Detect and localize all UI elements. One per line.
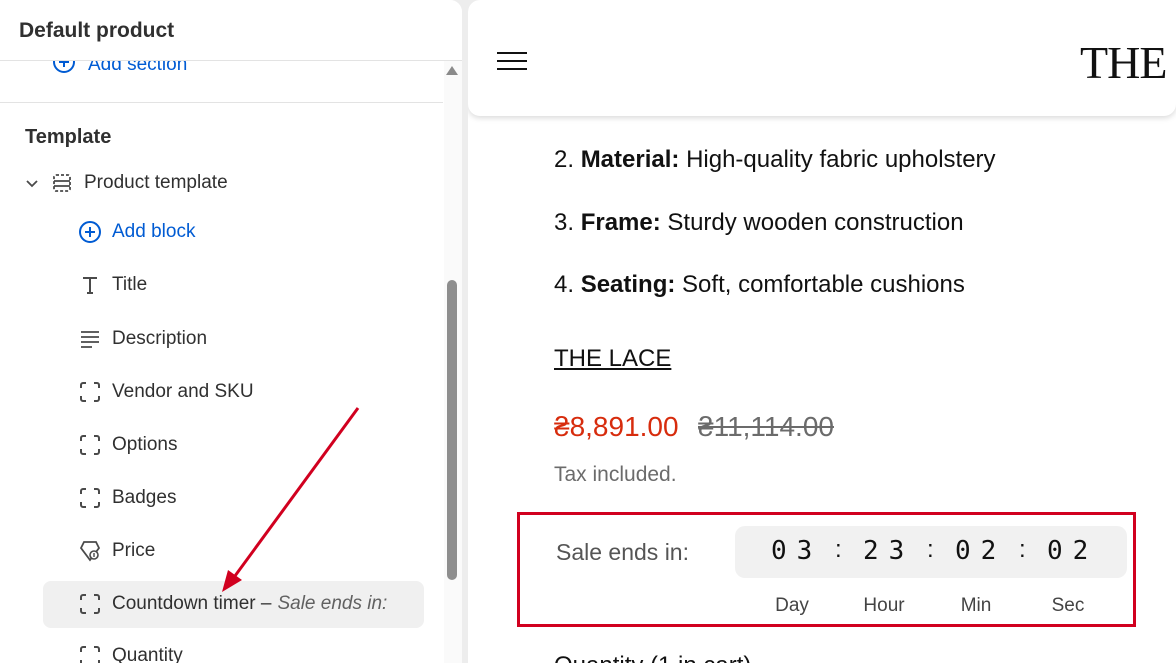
countdown-timer-highlight: Sale ends in: 03 : 23 : 02 : 02 Day Hour… xyxy=(517,512,1136,627)
price-tag-icon xyxy=(78,539,102,563)
spec-line-material: 2. Material: High-quality fabric upholst… xyxy=(554,146,996,174)
add-block-button[interactable]: Add block xyxy=(78,215,195,249)
spec-number: 4. xyxy=(554,271,575,298)
block-sublabel: Sale ends in: xyxy=(277,593,388,614)
product-template-row[interactable]: Product template xyxy=(24,166,228,200)
block-item-title[interactable]: Title xyxy=(78,268,147,302)
block-label: Quantity xyxy=(112,645,183,663)
spec-value: High-quality fabric upholstery xyxy=(686,146,996,173)
timer-unit-day: Day xyxy=(775,595,809,616)
block-icon xyxy=(78,486,102,510)
block-label: Options xyxy=(112,434,178,455)
block-label: Title xyxy=(112,274,148,295)
block-icon xyxy=(78,592,102,616)
timer-seconds: 02 xyxy=(1047,536,1099,566)
spec-value: Sturdy wooden construction xyxy=(667,209,964,236)
block-item-countdown-timer[interactable]: Countdown timer – Sale ends in: xyxy=(78,587,387,621)
countdown-timer: 03 : 23 : 02 : 02 xyxy=(735,526,1127,578)
template-heading: Template xyxy=(25,126,112,148)
product-template-label: Product template xyxy=(84,172,228,193)
block-icon xyxy=(78,433,102,457)
scrollbar-thumb[interactable] xyxy=(447,280,457,580)
spec-number: 2. xyxy=(554,146,575,173)
divider xyxy=(0,102,443,103)
block-label: Price xyxy=(112,540,156,561)
vendor-link[interactable]: THE LACE xyxy=(554,345,671,373)
quantity-heading: Quantity (1 in cart) xyxy=(554,652,751,663)
add-circle-icon xyxy=(78,220,102,244)
sale-price: ₴8,891.00 xyxy=(554,411,679,442)
block-label: Vendor and SKU xyxy=(112,381,254,402)
store-header: THE L xyxy=(468,0,1176,116)
title-icon xyxy=(78,273,102,297)
spec-key: Seating: xyxy=(580,271,676,298)
timer-days: 03 xyxy=(771,536,823,566)
block-item-price[interactable]: Price xyxy=(78,534,155,568)
block-icon xyxy=(78,644,102,663)
timer-separator: : xyxy=(835,536,842,563)
block-label: Countdown timer – xyxy=(112,593,272,614)
editor-sidebar: Default product Add section Template Pro… xyxy=(0,0,462,663)
timer-minutes: 02 xyxy=(955,536,1007,566)
block-item-vendor-sku[interactable]: Vendor and SKU xyxy=(78,375,254,409)
block-item-badges[interactable]: Badges xyxy=(78,481,176,515)
description-icon xyxy=(78,327,102,351)
store-preview: THE L 2. Material: High-quality fabric u… xyxy=(468,0,1176,663)
spec-number: 3. xyxy=(554,209,575,236)
editor-header: Default product xyxy=(0,0,462,61)
page-title: Default product xyxy=(19,19,175,42)
timer-hours: 23 xyxy=(863,536,915,566)
block-item-options[interactable]: Options xyxy=(78,428,177,462)
hamburger-menu-icon[interactable] xyxy=(497,52,527,72)
block-icon xyxy=(78,380,102,404)
store-logo[interactable]: THE L xyxy=(1080,36,1176,89)
timer-unit-hour: Hour xyxy=(863,595,905,616)
spec-value: Soft, comfortable cushions xyxy=(682,271,965,298)
block-item-description[interactable]: Description xyxy=(78,322,207,356)
chevron-down-icon[interactable] xyxy=(24,175,40,191)
spec-line-frame: 3. Frame: Sturdy wooden construction xyxy=(554,209,964,237)
block-label: Badges xyxy=(112,487,177,508)
add-block-label: Add block xyxy=(112,221,196,242)
timer-separator: : xyxy=(1019,536,1026,563)
timer-unit-min: Min xyxy=(960,595,992,616)
spec-key: Material: xyxy=(580,146,680,173)
spec-line-seating: 4. Seating: Soft, comfortable cushions xyxy=(554,271,965,299)
spec-key: Frame: xyxy=(580,209,661,236)
compare-at-price: ₴11,114.00 xyxy=(698,411,834,442)
countdown-label: Sale ends in: xyxy=(556,539,689,565)
timer-unit-sec: Sec xyxy=(1051,595,1085,616)
tax-note: Tax included. xyxy=(554,463,677,486)
block-item-quantity[interactable]: Quantity xyxy=(78,639,183,663)
scroll-up-arrow-icon[interactable] xyxy=(446,66,458,75)
section-layout-icon xyxy=(50,171,74,195)
timer-separator: : xyxy=(927,536,934,563)
block-label: Description xyxy=(112,328,208,349)
